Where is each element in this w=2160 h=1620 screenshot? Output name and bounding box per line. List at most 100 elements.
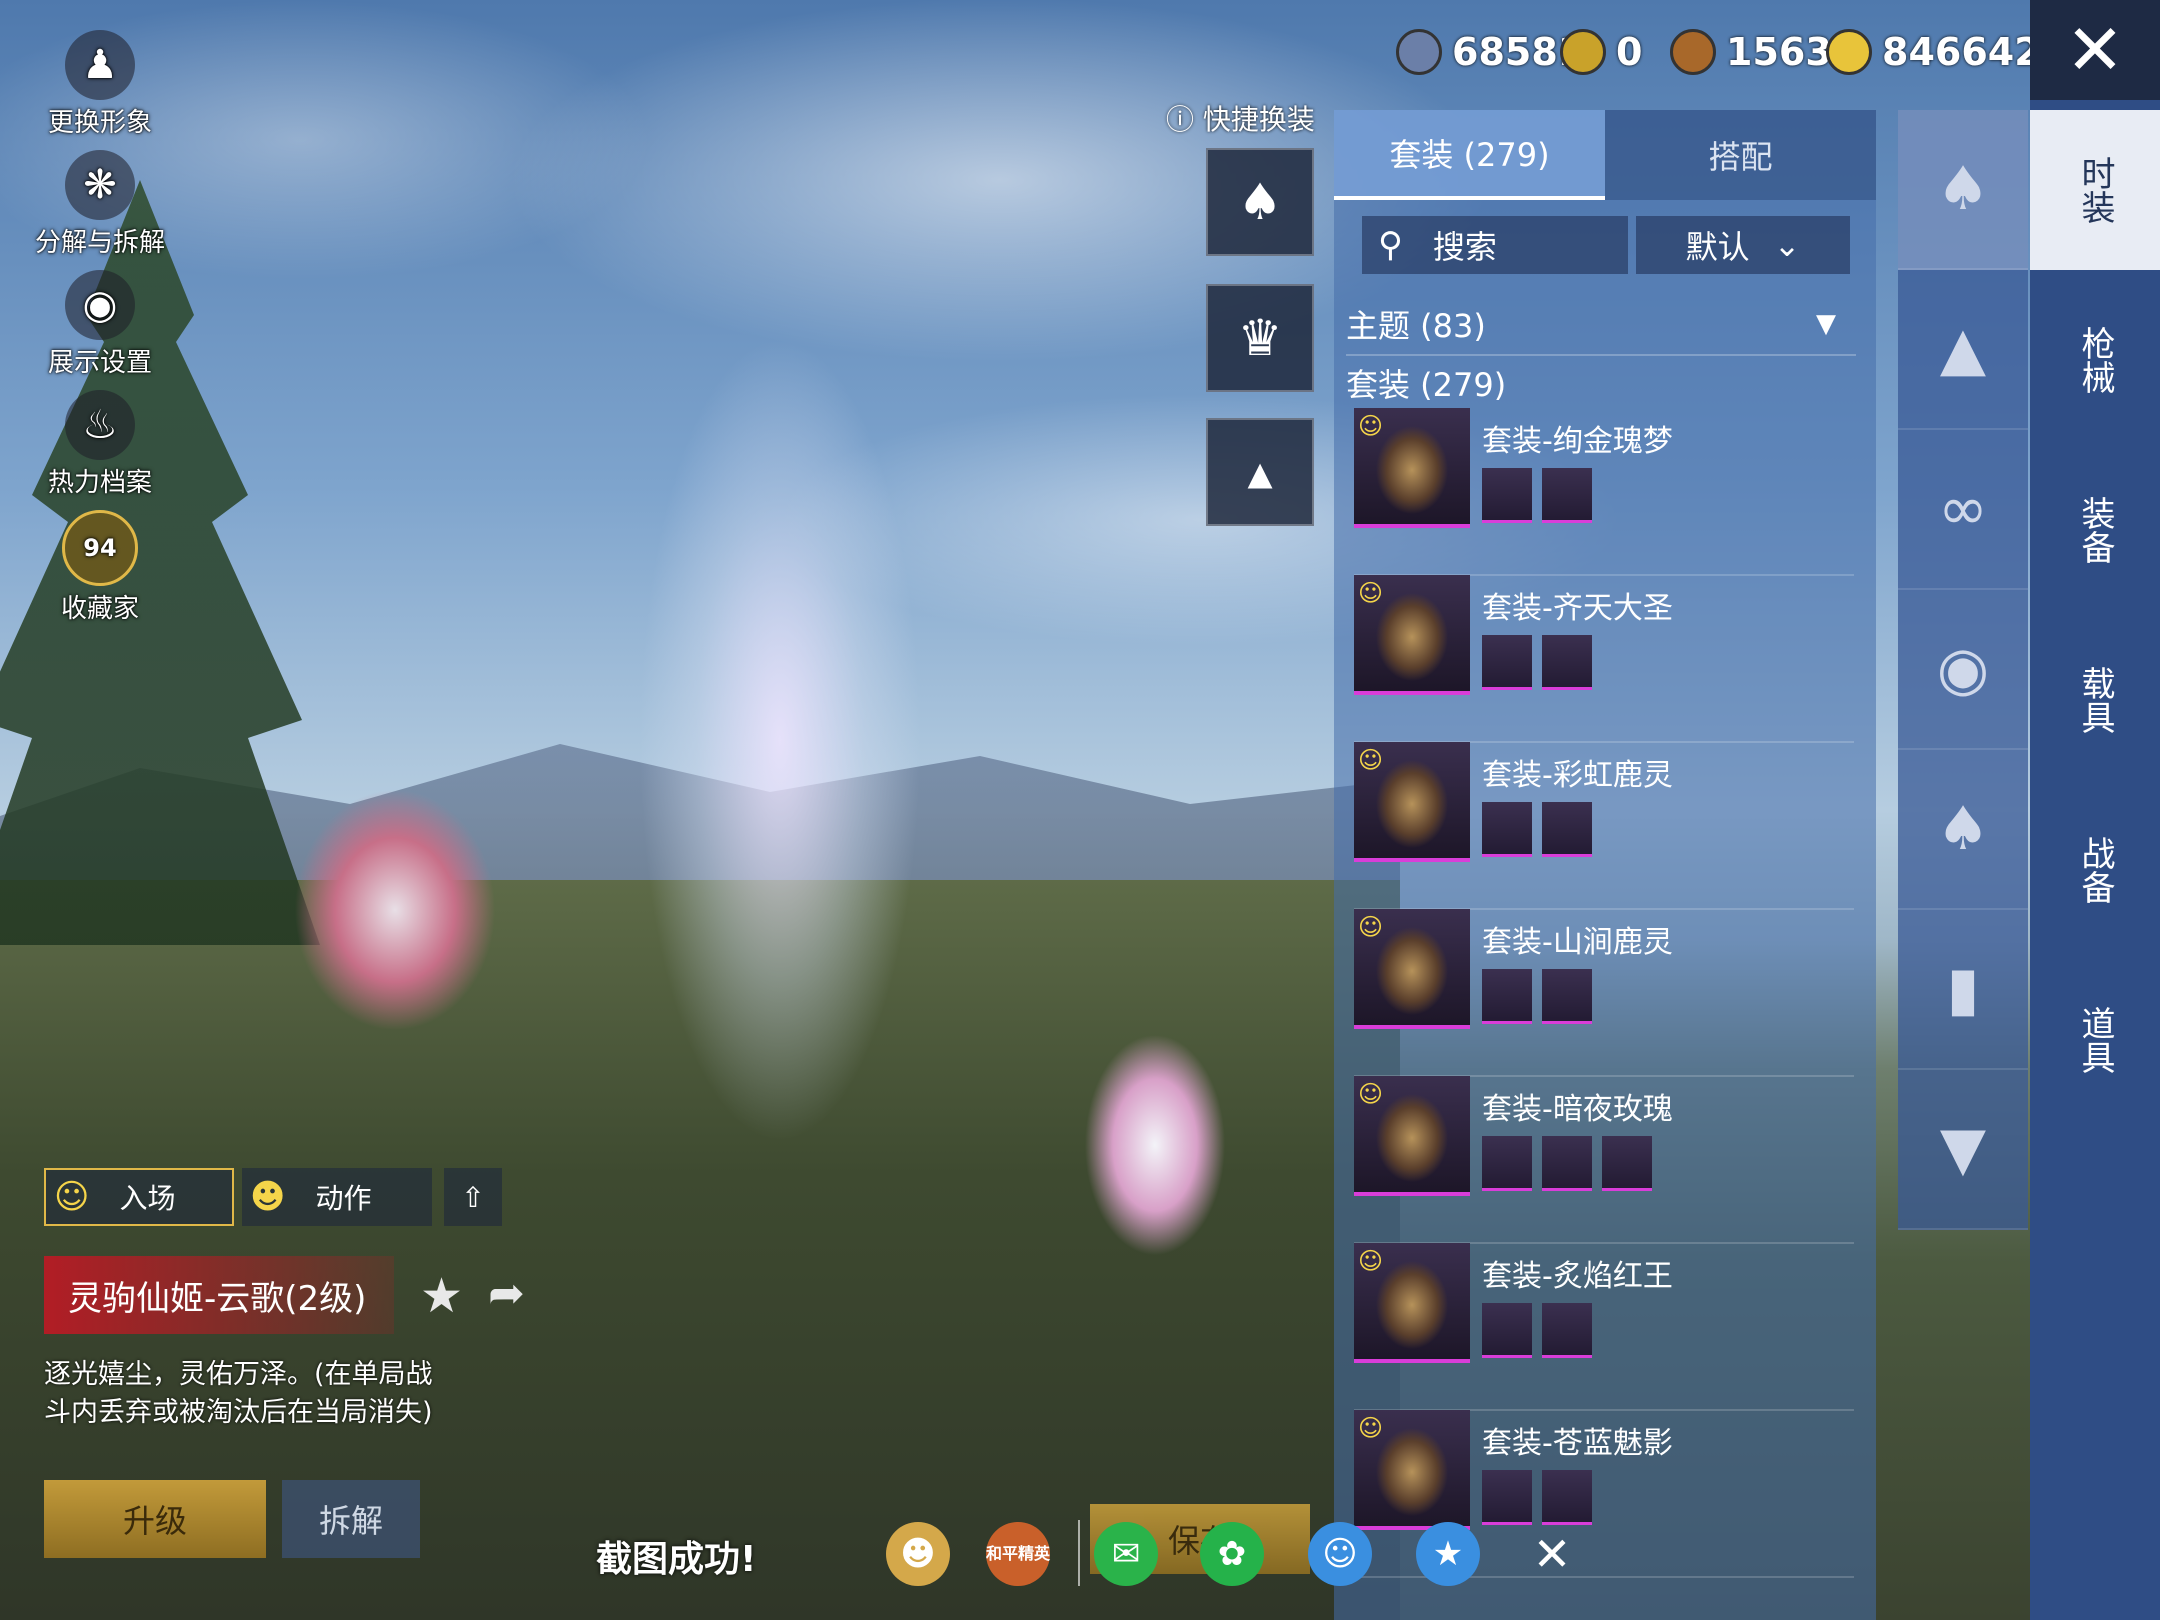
share-wechat-button[interactable]: ✉: [1094, 1522, 1158, 1586]
character-model[interactable]: [600, 320, 960, 1200]
favorite-star-icon[interactable]: ★: [420, 1268, 463, 1324]
suit-part-thumbnail[interactable]: [1482, 468, 1532, 523]
currency-3-value: 1563: [1726, 30, 1832, 74]
collector-tool[interactable]: 94 收藏家: [20, 510, 180, 625]
item-name: 灵驹仙姬-云歌(2级): [68, 1278, 367, 1319]
entry-action-button[interactable]: ☺ 入场: [44, 1168, 234, 1226]
share-game-logo-button[interactable]: 和平精英: [986, 1522, 1050, 1586]
tab-items[interactable]: 道具: [2030, 960, 2160, 1120]
suit-part-thumbnail[interactable]: [1542, 635, 1592, 690]
currency-1-icon: [1396, 29, 1442, 75]
tab-equipment[interactable]: 装备: [2030, 450, 2160, 610]
theme-filter[interactable]: 主题 (83) ▼: [1346, 294, 1856, 356]
tab-vehicles[interactable]: 载具: [2030, 620, 2160, 780]
heat-profile-tool[interactable]: ♨ 热力档案: [20, 390, 180, 499]
share-moments-button[interactable]: ✿: [1200, 1522, 1264, 1586]
moments-icon: ✿: [1217, 1534, 1247, 1574]
category-hat[interactable]: ▲: [1898, 270, 2028, 430]
category-suit[interactable]: ♠: [1898, 110, 2028, 270]
suit-part-thumbnail[interactable]: [1542, 1136, 1592, 1191]
suit-part-thumbnail[interactable]: [1482, 1303, 1532, 1358]
collapse-button[interactable]: ⇧: [444, 1168, 502, 1226]
suit-thumbnail[interactable]: ☺: [1354, 1410, 1470, 1530]
tab-label: 载具: [2075, 666, 2115, 734]
suit-part-thumbnail[interactable]: [1542, 1470, 1592, 1525]
category-mask[interactable]: ◉: [1898, 590, 2028, 750]
robot-pet-model: [1080, 1030, 1230, 1260]
suit-list-item[interactable]: ☺ 套装-齐天大圣: [1354, 575, 1854, 743]
currency-3: 1563: [1670, 24, 1832, 80]
tab-gear[interactable]: 战备: [2030, 790, 2160, 950]
suit-list-item[interactable]: ☺ 套装-暗夜玫瑰: [1354, 1076, 1854, 1244]
tool-label: 收藏家: [60, 594, 139, 624]
suit-name: 套装-齐天大圣: [1482, 591, 1673, 626]
triangle-down-icon: ▼: [1816, 309, 1836, 339]
suit-part-thumbnail[interactable]: [1542, 468, 1592, 523]
suit-part-thumbnail[interactable]: [1542, 1303, 1592, 1358]
suit-thumbnail[interactable]: ☺: [1354, 1076, 1470, 1196]
suit-list-item[interactable]: ☺ 套装-炙焰红王: [1354, 1243, 1854, 1411]
category-outfit[interactable]: ♠: [1898, 750, 2028, 910]
tab-match[interactable]: 搭配: [1605, 110, 1876, 200]
disassemble-label: 拆解: [318, 1502, 383, 1540]
flame-icon: ♨: [65, 390, 135, 460]
share-qzone-button[interactable]: ★: [1416, 1522, 1480, 1586]
suit-part-thumbnail[interactable]: [1542, 969, 1592, 1024]
puzzle-icon: ❋: [65, 150, 135, 220]
tab-label: 套装 (279): [1389, 136, 1550, 174]
suit-part-thumbnail[interactable]: [1482, 635, 1532, 690]
quick-slot-outfit[interactable]: ♠: [1206, 148, 1314, 256]
suit-part-thumbnail[interactable]: [1482, 1470, 1532, 1525]
suit-list-item[interactable]: ☺ 套装-绚金瑰梦: [1354, 408, 1854, 576]
suit-figure: [1374, 593, 1450, 681]
sort-label: 默认: [1685, 228, 1750, 266]
tab-label: 时装: [2075, 156, 2115, 224]
close-button[interactable]: ✕: [2030, 0, 2160, 100]
quick-slot-trophy[interactable]: ♛: [1206, 284, 1314, 392]
suit-part-thumbnail[interactable]: [1482, 1136, 1532, 1191]
tool-label: 更换形象: [47, 108, 152, 138]
search-field[interactable]: ⚲ 搜索: [1362, 216, 1628, 274]
motion-label: 动作: [315, 1182, 372, 1215]
quick-change[interactable]: ⓘ 快捷换装: [1166, 98, 1315, 138]
motion-action-button[interactable]: ☻ 动作: [242, 1168, 432, 1226]
suit-list-item[interactable]: ☺ 套装-山涧鹿灵: [1354, 909, 1854, 1077]
category-shoes[interactable]: ▼: [1898, 1070, 2028, 1230]
suit-thumbnail[interactable]: ☺: [1354, 408, 1470, 528]
quick-slot-hanger[interactable]: ▴: [1206, 418, 1314, 526]
item-name-bar: 灵驹仙姬-云歌(2级): [44, 1256, 394, 1334]
suit-part-thumbnail[interactable]: [1482, 969, 1532, 1024]
currency-4-value: 846642: [1882, 30, 2041, 74]
disassemble-button[interactable]: 拆解: [282, 1480, 420, 1558]
suit-part-thumbnail[interactable]: [1482, 802, 1532, 857]
tab-fashion[interactable]: 时装: [2030, 110, 2160, 270]
suit-thumbnail[interactable]: ☺: [1354, 1243, 1470, 1363]
tab-suits[interactable]: 套装 (279): [1334, 110, 1605, 200]
share-close-button[interactable]: ✕: [1520, 1522, 1584, 1586]
display-settings-tool[interactable]: ◉ 展示设置: [20, 270, 180, 379]
trophy-icon: ♛: [1237, 309, 1283, 367]
suit-figure: [1374, 426, 1450, 514]
suit-list-item[interactable]: ☺ 套装-彩虹鹿灵: [1354, 742, 1854, 910]
outfit-icon: ♠: [1936, 794, 1990, 864]
change-avatar-tool[interactable]: ♟ 更换形象: [20, 30, 180, 139]
sort-dropdown[interactable]: 默认 ⌄: [1636, 216, 1850, 274]
qzone-star-icon: ★: [1432, 1534, 1464, 1574]
category-glasses[interactable]: ∞: [1898, 430, 2028, 590]
outfit-figure-icon: ♠: [1237, 173, 1283, 231]
suit-part-thumbnail[interactable]: [1542, 802, 1592, 857]
share-qq-button[interactable]: ☺: [1308, 1522, 1372, 1586]
tab-label: 道具: [2075, 1006, 2115, 1074]
quick-change-label: 快捷换装: [1202, 103, 1315, 136]
tab-guns[interactable]: 枪械: [2030, 280, 2160, 440]
screenshot-toast: 截图成功!: [596, 1539, 757, 1580]
suit-thumbnail[interactable]: ☺: [1354, 575, 1470, 695]
share-icon[interactable]: ➦: [488, 1268, 525, 1319]
suit-thumbnail[interactable]: ☺: [1354, 909, 1470, 1029]
suit-thumbnail[interactable]: ☺: [1354, 742, 1470, 862]
upgrade-button[interactable]: 升级: [44, 1480, 266, 1558]
suit-part-thumbnail[interactable]: [1602, 1136, 1652, 1191]
decompose-tool[interactable]: ❋ 分解与拆解: [20, 150, 180, 259]
category-pants[interactable]: ▮: [1898, 910, 2028, 1070]
share-profile-button[interactable]: ☻: [886, 1522, 950, 1586]
